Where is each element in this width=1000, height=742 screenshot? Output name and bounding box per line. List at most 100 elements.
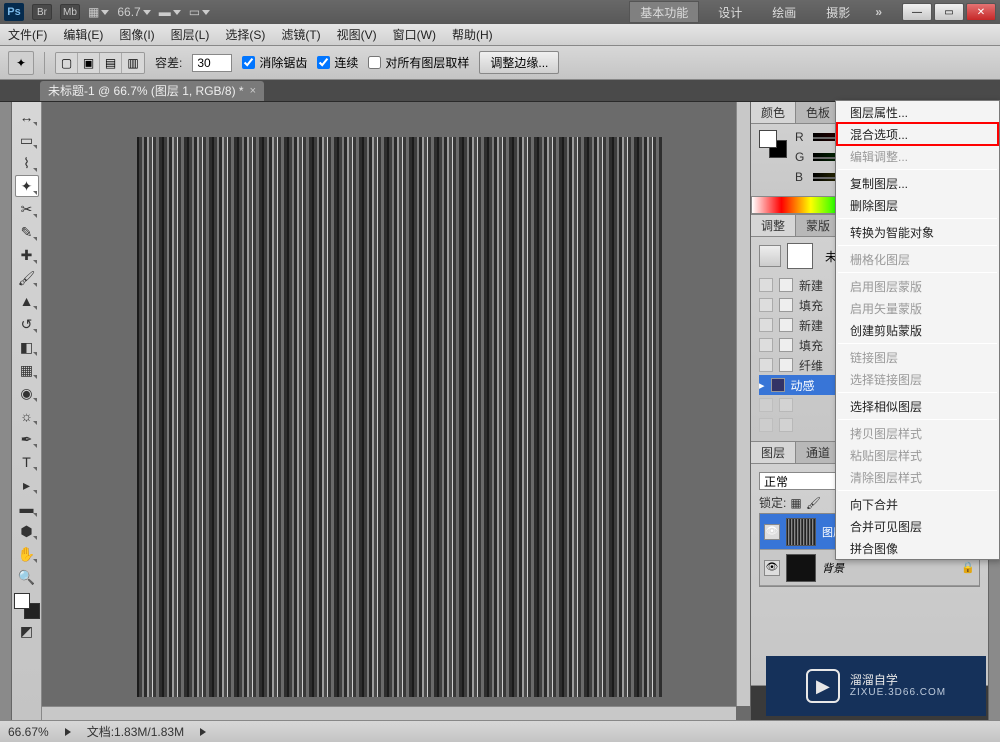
status-doc-label: 文档: xyxy=(87,725,114,739)
sample-all-checkbox[interactable]: 对所有图层取样 xyxy=(368,54,469,71)
context-menu-item: 启用图层蒙版 xyxy=(836,275,999,297)
color-panel-swatches[interactable] xyxy=(759,130,787,158)
visibility-toggle-icon[interactable]: 👁 xyxy=(764,524,780,540)
title-bar: Ps Br Mb ▦ 66.7 ▬ ▭ 基本功能 设计 绘画 摄影 » — ▭ … xyxy=(0,0,1000,24)
layers-tab[interactable]: 图层 xyxy=(751,442,796,463)
lock-image-icon[interactable]: 🖌 xyxy=(806,496,821,510)
menu-view[interactable]: 视图(V) xyxy=(337,26,377,43)
lock-trans-icon[interactable]: ▦ xyxy=(790,496,801,510)
layer-thumbnail[interactable] xyxy=(786,554,816,582)
menu-bar: 文件(F) 编辑(E) 图像(I) 图层(L) 选择(S) 滤镜(T) 视图(V… xyxy=(0,24,1000,46)
context-menu-item[interactable]: 拼合图像 xyxy=(836,537,999,559)
workspace-photography[interactable]: 摄影 xyxy=(815,1,861,23)
zoom-tool-icon[interactable]: 🔍 xyxy=(15,566,39,588)
selection-mode-group: ▢ ▣ ▤ ▥ xyxy=(55,52,145,74)
blur-tool-icon[interactable]: ◉ xyxy=(15,382,39,404)
pen-tool-icon[interactable]: ✒ xyxy=(15,428,39,450)
stamp-tool-icon[interactable]: ▲ xyxy=(15,290,39,312)
document-canvas[interactable] xyxy=(137,137,662,697)
adjustments-tab[interactable]: 调整 xyxy=(751,215,796,236)
context-menu-item[interactable]: 选择相似图层 xyxy=(836,395,999,417)
more-workspaces-icon[interactable]: » xyxy=(869,5,888,19)
status-tri-icon[interactable] xyxy=(65,728,71,736)
minimize-button[interactable]: — xyxy=(902,3,932,21)
selection-subtract-icon[interactable]: ▤ xyxy=(100,53,122,73)
context-menu-item[interactable]: 合并可见图层 xyxy=(836,515,999,537)
document-tab-title: 未标题-1 @ 66.7% (图层 1, RGB/8) * xyxy=(48,82,244,99)
context-menu-item[interactable]: 向下合并 xyxy=(836,493,999,515)
selection-intersect-icon[interactable]: ▥ xyxy=(122,53,144,73)
context-menu-item[interactable]: 混合选项... xyxy=(836,123,999,145)
tolerance-input[interactable] xyxy=(192,54,232,72)
eyedropper-tool-icon[interactable]: ✎ xyxy=(15,221,39,243)
gradient-tool-icon[interactable]: ▦ xyxy=(15,359,39,381)
layer-thumbnail[interactable] xyxy=(786,518,816,546)
menu-select[interactable]: 选择(S) xyxy=(225,26,265,43)
context-menu-item[interactable]: 创建剪贴蒙版 xyxy=(836,319,999,341)
arrange-dropdown[interactable]: ▬ xyxy=(159,5,181,19)
menu-help[interactable]: 帮助(H) xyxy=(452,26,493,43)
layer-name[interactable]: 背景 xyxy=(822,560,844,576)
selection-add-icon[interactable]: ▣ xyxy=(78,53,100,73)
workspace-painting[interactable]: 绘画 xyxy=(761,1,807,23)
refine-edge-button[interactable]: 调整边缘... xyxy=(479,51,559,74)
context-menu-item[interactable]: 复制图层... xyxy=(836,172,999,194)
visibility-toggle-icon[interactable]: 👁 xyxy=(764,560,780,576)
color-tab[interactable]: 颜色 xyxy=(751,102,796,123)
type-tool-icon[interactable]: T xyxy=(15,451,39,473)
healing-tool-icon[interactable]: ✚ xyxy=(15,244,39,266)
menu-edit[interactable]: 编辑(E) xyxy=(63,26,103,43)
history-brush-tool-icon[interactable]: ↺ xyxy=(15,313,39,335)
workspace-essentials[interactable]: 基本功能 xyxy=(629,1,699,23)
brush-tool-icon[interactable]: 🖌 xyxy=(15,267,39,289)
marquee-tool-icon[interactable]: ▭ xyxy=(15,129,39,151)
quick-mask-icon[interactable]: ◩ xyxy=(15,620,39,642)
maximize-button[interactable]: ▭ xyxy=(934,3,964,21)
shape-tool-icon[interactable]: ▬ xyxy=(15,497,39,519)
close-tab-icon[interactable]: × xyxy=(250,85,256,97)
move-tool-icon[interactable]: ↔ xyxy=(15,106,39,128)
document-tab[interactable]: 未标题-1 @ 66.7% (图层 1, RGB/8) * × xyxy=(40,81,264,101)
magic-wand-tool-icon[interactable]: ✦ xyxy=(15,175,39,197)
foreground-color-swatch[interactable] xyxy=(14,593,30,609)
vertical-scrollbar[interactable] xyxy=(736,102,750,706)
dodge-tool-icon[interactable]: ☼ xyxy=(15,405,39,427)
menu-image[interactable]: 图像(I) xyxy=(119,26,154,43)
context-menu-item: 栅格化图层 xyxy=(836,248,999,270)
close-button[interactable]: ✕ xyxy=(966,3,996,21)
status-tri-icon[interactable] xyxy=(200,728,206,736)
menu-file[interactable]: 文件(F) xyxy=(8,26,47,43)
zoom-dropdown[interactable]: 66.7 xyxy=(117,5,150,19)
view-extras-dropdown[interactable]: ▦ xyxy=(88,5,109,19)
current-tool-icon[interactable]: ✦ xyxy=(8,51,34,75)
context-menu-item[interactable]: 转换为智能对象 xyxy=(836,221,999,243)
status-zoom[interactable]: 66.67% xyxy=(8,725,49,739)
minibridge-button[interactable]: Mb xyxy=(60,4,80,20)
eraser-tool-icon[interactable]: ◧ xyxy=(15,336,39,358)
watermark: ▶ 溜溜自学 ZIXUE.3D66.COM xyxy=(766,656,986,716)
crop-tool-icon[interactable]: ✂ xyxy=(15,198,39,220)
contiguous-checkbox[interactable]: 连续 xyxy=(317,54,358,71)
workspace-design[interactable]: 设计 xyxy=(707,1,753,23)
g-label: G xyxy=(795,150,807,164)
canvas-area[interactable] xyxy=(42,102,750,720)
context-menu-item[interactable]: 删除图层 xyxy=(836,194,999,216)
mask-thumbnail[interactable] xyxy=(787,243,813,269)
3d-tool-icon[interactable]: ⬢ xyxy=(15,520,39,542)
lasso-tool-icon[interactable]: ⌇ xyxy=(15,152,39,174)
menu-filter[interactable]: 滤镜(T) xyxy=(281,26,320,43)
antialias-checkbox[interactable]: 消除锯齿 xyxy=(242,54,307,71)
screen-mode-dropdown[interactable]: ▭ xyxy=(189,5,210,19)
horizontal-scrollbar[interactable] xyxy=(42,706,736,720)
menu-layer[interactable]: 图层(L) xyxy=(171,26,210,43)
context-menu-item[interactable]: 图层属性... xyxy=(836,101,999,123)
menu-window[interactable]: 窗口(W) xyxy=(393,26,436,43)
bridge-button[interactable]: Br xyxy=(32,4,52,20)
hand-tool-icon[interactable]: ✋ xyxy=(15,543,39,565)
selection-new-icon[interactable]: ▢ xyxy=(56,53,78,73)
fg-bg-swatches[interactable] xyxy=(14,593,40,619)
path-select-tool-icon[interactable]: ▸ xyxy=(15,474,39,496)
context-menu-item: 启用矢量蒙版 xyxy=(836,297,999,319)
watermark-logo-icon: ▶ xyxy=(806,669,840,703)
tolerance-label: 容差: xyxy=(155,54,182,71)
